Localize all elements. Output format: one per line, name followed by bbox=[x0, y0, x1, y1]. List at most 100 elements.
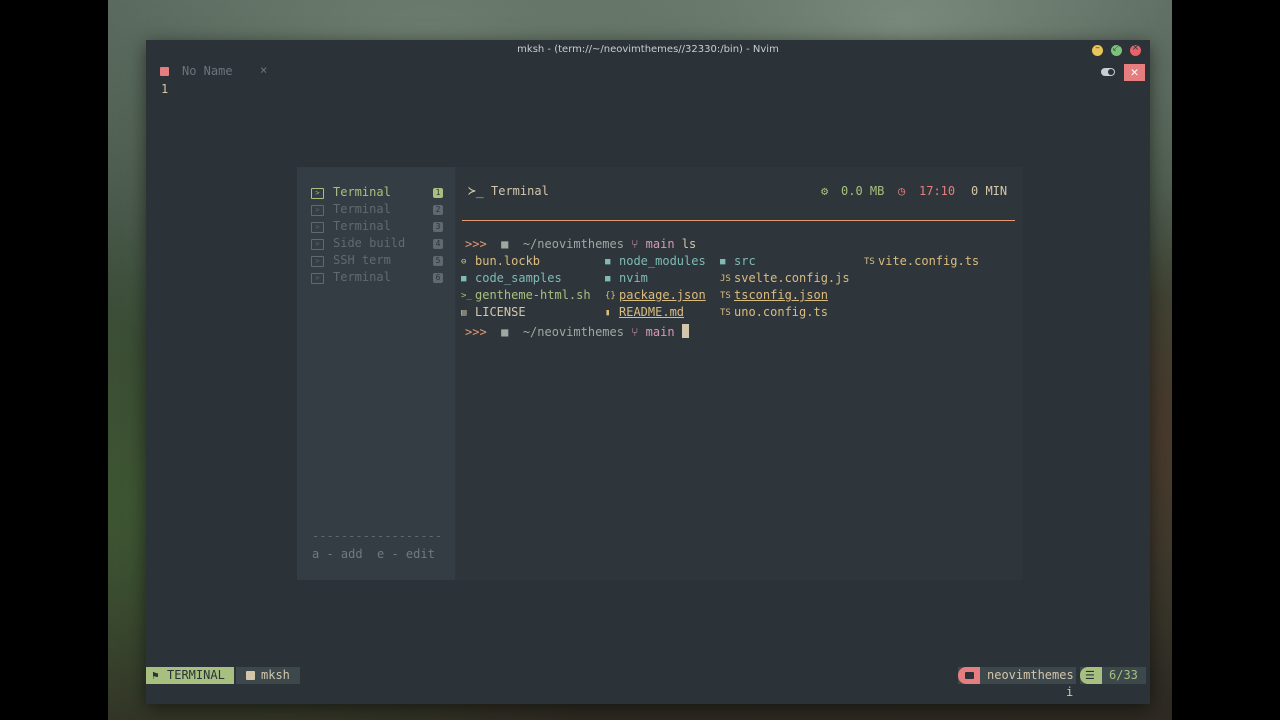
memory-usage: 0.0 MB bbox=[841, 184, 885, 198]
close-button[interactable]: × bbox=[1130, 43, 1141, 56]
terminal-index-badge: 1 bbox=[433, 188, 443, 198]
window-title: mksh - (term://~/neovimthemes//32330:/bi… bbox=[517, 44, 779, 55]
buffer-tab-label[interactable]: No Name bbox=[182, 64, 233, 78]
ls-entry: JS svelte.config.js bbox=[720, 271, 850, 288]
ls-entry-name: node_modules bbox=[619, 254, 706, 268]
terminal-list-item[interactable]: > Terminal 2 bbox=[311, 202, 445, 219]
terminal-list-label: Terminal bbox=[333, 185, 391, 199]
terminal-icon: > bbox=[311, 188, 324, 199]
sidebar-separator: ------------------ bbox=[312, 529, 443, 543]
ls-entry-name: uno.config.ts bbox=[734, 305, 828, 319]
terminal-list-item[interactable]: > Side build 4 bbox=[311, 236, 445, 253]
sidebar-help-text: a - add e - edit bbox=[312, 547, 435, 561]
ls-entry: {} package.json bbox=[605, 288, 706, 305]
mode-label: TERMINAL bbox=[167, 668, 225, 682]
file-type-icon: ■ bbox=[605, 257, 611, 267]
terminal-pane[interactable]: ≻_ Terminal ⚙ 0.0 MB ◷ 17:10 0 MIN >>> ■… bbox=[455, 167, 1023, 580]
ls-entry: TS tsconfig.json bbox=[720, 288, 828, 305]
terminal-list-label: Terminal bbox=[333, 270, 391, 284]
terminal-index-badge: 3 bbox=[433, 222, 443, 232]
terminal-title: Terminal bbox=[491, 184, 549, 198]
ls-entry: TS uno.config.ts bbox=[720, 305, 828, 322]
file-type-icon: TS bbox=[864, 257, 875, 267]
file-type-icon: ⊖ bbox=[461, 257, 467, 267]
ls-entry-name: nvim bbox=[619, 271, 648, 285]
file-icon bbox=[246, 671, 255, 680]
git-branch-name: main bbox=[645, 325, 675, 339]
folder-icon: ■ bbox=[501, 325, 509, 339]
ls-entry: ▤ LICENSE bbox=[461, 305, 526, 322]
prompt-line: >>> ■ ~/neovimthemes ⑂ main ls bbox=[465, 237, 696, 254]
file-type-icon: JS bbox=[720, 274, 731, 284]
terminal-icon: > bbox=[311, 205, 324, 216]
cmdline-char: i bbox=[1066, 685, 1074, 699]
cursor-position: 6/33 bbox=[1109, 668, 1138, 682]
terminal-index-badge: 6 bbox=[433, 273, 443, 283]
folder-icon bbox=[958, 667, 980, 684]
statusline-file: mksh bbox=[236, 667, 300, 684]
terminal-duration: 0 MIN bbox=[971, 184, 1008, 198]
file-type-icon: ▮ bbox=[605, 308, 611, 318]
cpu-icon: ⚙ bbox=[821, 184, 829, 198]
ls-entry-name: vite.config.ts bbox=[878, 254, 980, 268]
file-type-icon: TS bbox=[720, 291, 731, 301]
mode-indicator: ⚑ TERMINAL bbox=[146, 667, 234, 684]
file-type-icon: ■ bbox=[720, 257, 726, 267]
terminal-icon: > bbox=[311, 273, 324, 284]
terminal-prompt-icon: ≻_ bbox=[468, 184, 484, 199]
prompt-line-current[interactable]: >>> ■ ~/neovimthemes ⑂ main bbox=[465, 324, 689, 341]
terminal-list-item[interactable]: > Terminal 1 bbox=[311, 185, 445, 202]
terminal-index-badge: 5 bbox=[433, 256, 443, 266]
terminal-index-badge: 2 bbox=[433, 205, 443, 215]
terminal-list-item[interactable]: > SSH term 5 bbox=[311, 253, 445, 270]
terminal-time: 17:10 bbox=[919, 184, 956, 198]
ls-entry-name: code_samples bbox=[475, 271, 562, 285]
minimize-button[interactable]: – bbox=[1092, 43, 1103, 56]
ls-entry: ■ code_samples bbox=[461, 271, 562, 288]
ls-entry-name: bun.lockb bbox=[475, 254, 541, 268]
file-type-icon: ■ bbox=[605, 274, 611, 284]
project-name: neovimthemes bbox=[987, 668, 1074, 682]
toggle-icon[interactable] bbox=[1101, 68, 1115, 76]
file-type-icon: >_ bbox=[461, 291, 472, 301]
buffer-file-icon bbox=[160, 67, 169, 76]
nvim-window: mksh - (term://~/neovimthemes//32330:/bi… bbox=[146, 40, 1150, 704]
git-branch-icon: ⑂ bbox=[631, 325, 639, 339]
git-branch-icon: ⑂ bbox=[631, 237, 639, 251]
buffer-close-icon[interactable]: × bbox=[260, 63, 267, 77]
statusline-filename: mksh bbox=[261, 668, 290, 682]
file-type-icon: ▤ bbox=[461, 308, 467, 318]
ls-entry-name: gentheme-html.sh bbox=[475, 288, 591, 302]
prompt-arrows: >>> bbox=[465, 237, 487, 251]
ls-entry-name: svelte.config.js bbox=[734, 271, 850, 285]
prompt-directory: ~/neovimthemes bbox=[522, 237, 624, 251]
terminal-list-item[interactable]: > Terminal 3 bbox=[311, 219, 445, 236]
header-divider bbox=[462, 220, 1015, 221]
statusline-project: neovimthemes bbox=[958, 667, 1076, 684]
prompt-arrows: >>> bbox=[465, 325, 487, 339]
file-type-icon: TS bbox=[720, 308, 731, 318]
terminal-list-item[interactable]: > Terminal 6 bbox=[311, 270, 445, 287]
tabline: No Name × ✕ bbox=[146, 62, 1150, 81]
statusline: ⚑ TERMINAL mksh neovimthemes 6/33 bbox=[146, 666, 1150, 686]
minimize-icon: – bbox=[1095, 43, 1100, 53]
window-titlebar[interactable]: mksh - (term://~/neovimthemes//32330:/bi… bbox=[146, 40, 1150, 62]
terminal-list-sidebar: > Terminal 1 > Terminal 2 > Terminal 3 >… bbox=[297, 167, 455, 580]
ls-entry: ▮ README.md bbox=[605, 305, 684, 322]
letterbox-right bbox=[1172, 0, 1280, 720]
terminal-icon: > bbox=[311, 222, 324, 233]
ls-entry-name: README.md bbox=[619, 305, 685, 319]
ls-entry-name: src bbox=[734, 254, 756, 268]
clock-icon: ◷ bbox=[898, 184, 906, 198]
terminal-list-label: Side build bbox=[333, 236, 406, 250]
text-cursor bbox=[681, 324, 689, 338]
close-icon: × bbox=[1131, 43, 1140, 53]
terminal-list-label: Terminal bbox=[333, 219, 391, 233]
git-branch-name: main bbox=[645, 237, 675, 251]
terminal-icon: > bbox=[311, 239, 324, 250]
tabline-close-button[interactable]: ✕ bbox=[1124, 64, 1145, 81]
maximize-button[interactable]: ⤢ bbox=[1111, 43, 1122, 56]
ls-entry: >_ gentheme-html.sh bbox=[461, 288, 591, 305]
prompt-directory: ~/neovimthemes bbox=[522, 325, 624, 339]
terminal-icon: > bbox=[311, 256, 324, 267]
